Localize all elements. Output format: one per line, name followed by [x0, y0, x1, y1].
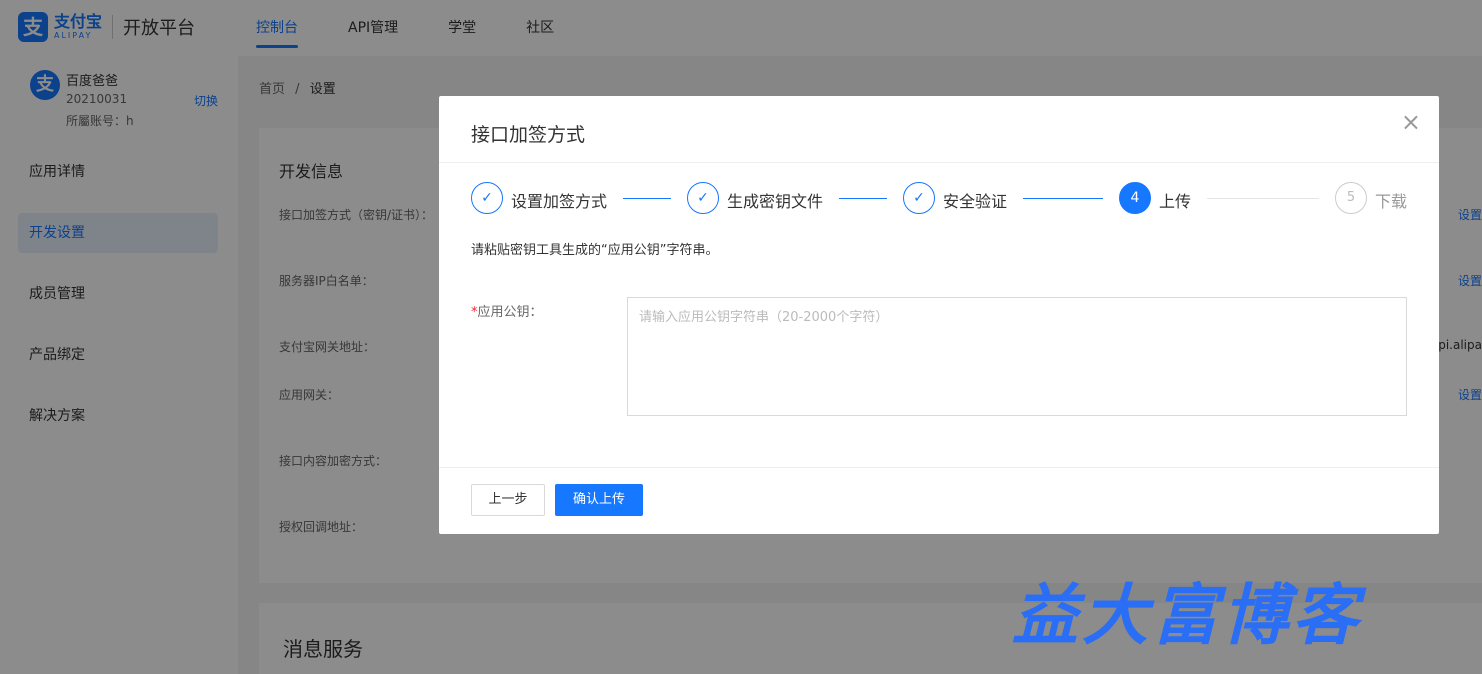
steps: ✓ 设置加签方式 ✓ 生成密钥文件 ✓ 安全验证 4 上传 5 下载: [471, 182, 1411, 216]
step-connector-1: [623, 198, 671, 199]
modal-header: 接口加签方式 ×: [439, 96, 1439, 163]
step-connector-4: [1207, 198, 1319, 199]
modal-footer: 上一步 确认上传: [439, 467, 1439, 534]
step-1-label: 设置加签方式: [511, 192, 608, 211]
step-2-label: 生成密钥文件: [727, 192, 824, 211]
step-5-number: 5: [1335, 182, 1367, 214]
step-3-check-icon: ✓: [903, 182, 935, 214]
instruction-text: 请粘贴密钥工具生成的“应用公钥”字符串。: [471, 243, 719, 258]
step-1-check-icon: ✓: [471, 182, 503, 214]
modal-title: 接口加签方式: [471, 124, 586, 146]
public-key-label: *应用公钥：: [471, 301, 543, 320]
close-icon[interactable]: ×: [1401, 110, 1421, 134]
step-2-check-icon: ✓: [687, 182, 719, 214]
public-key-label-text: 应用公钥：: [477, 305, 543, 320]
sign-method-modal: 接口加签方式 × ✓ 设置加签方式 ✓ 生成密钥文件 ✓ 安全验证 4 上传 5…: [439, 96, 1439, 534]
step-connector-3: [1023, 198, 1103, 199]
step-connector-2: [839, 198, 887, 199]
step-3-label: 安全验证: [943, 192, 1008, 211]
step-5-label: 下载: [1375, 192, 1408, 211]
step-4-label: 上传: [1159, 192, 1192, 211]
previous-step-button[interactable]: 上一步: [471, 484, 545, 516]
public-key-input[interactable]: [627, 297, 1407, 416]
step-4-number: 4: [1119, 182, 1151, 214]
watermark: 益大富博客: [1012, 576, 1362, 654]
confirm-upload-button[interactable]: 确认上传: [555, 484, 643, 516]
